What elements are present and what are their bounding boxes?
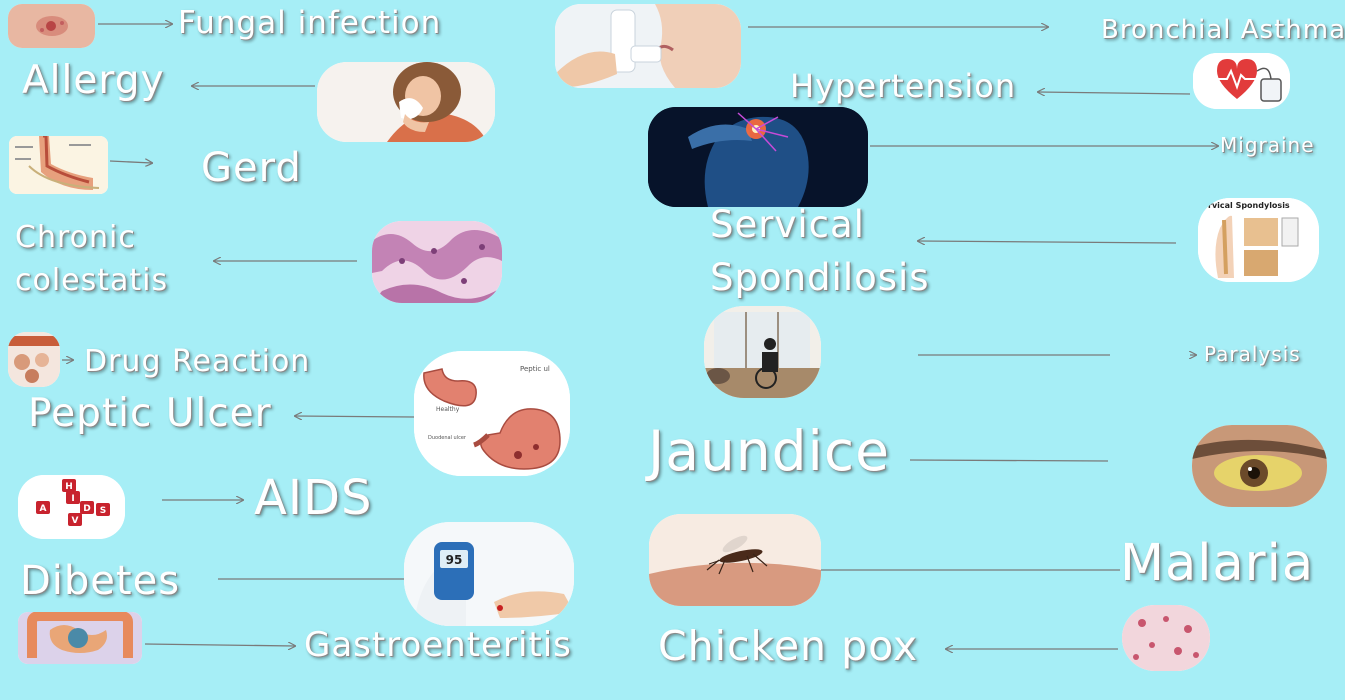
aids-block-s: S	[100, 506, 106, 516]
chronic-colestatis-tissue-image	[372, 221, 502, 303]
migraine-head-image	[648, 107, 868, 207]
label-paralysis: Paralysis	[1204, 342, 1301, 366]
label-gerd: Gerd	[201, 145, 302, 191]
gastroenteritis-intestine-image	[18, 612, 142, 664]
glucose-reading-text: 95	[446, 553, 463, 567]
label-peptic-ulcer: Peptic Ulcer	[28, 391, 272, 436]
label-migraine: Migraine	[1220, 133, 1315, 157]
arrow-gerd	[109, 161, 152, 163]
drug-reaction-pills-image	[8, 332, 60, 387]
bronchial-asthma-inhaler-image	[555, 4, 741, 88]
aids-block-a: A	[40, 504, 47, 514]
label-bronchial-asthma: Bronchial Asthma	[1101, 15, 1345, 45]
spondylosis-title-text: rvical Spondylosis	[1208, 201, 1290, 210]
ulcer-healthy-text: Healthy	[436, 406, 460, 413]
aids-block-i: I	[71, 494, 74, 504]
arrow-hypertension	[1038, 92, 1191, 94]
label-drug-reaction: Drug Reaction	[84, 344, 311, 379]
label-allergy: Allergy	[22, 58, 165, 103]
label-gastroenteritis: Gastroenteritis	[304, 625, 572, 665]
peptic-ulcer-stomach-image: Healthy Peptic ul Duodenal ulcer	[414, 351, 570, 476]
aids-block-h: H	[65, 482, 73, 492]
arrow-jaundice	[909, 459, 1109, 462]
label-malaria: Malaria	[1120, 534, 1315, 593]
label-fungal-infection: Fungal infection	[178, 5, 442, 41]
diabetes-glucose-meter-image: 95	[404, 522, 574, 626]
aids-block-v: V	[72, 516, 79, 526]
label-spondilosis: Spondilosis	[710, 256, 930, 299]
cervical-spondylosis-diagram-image: rvical Spondylosis	[1198, 198, 1319, 282]
paralysis-wheelchair-image	[704, 306, 821, 398]
label-hypertension: Hypertension	[790, 67, 1017, 105]
label-servical: Servical	[710, 203, 865, 246]
jaundice-eye-image	[1192, 425, 1327, 507]
label-aids: AIDS	[254, 470, 373, 526]
arrow-gastro	[144, 644, 295, 646]
label-colestatis: colestatis	[15, 263, 169, 298]
malaria-mosquito-image	[649, 514, 821, 606]
chicken-pox-skin-image	[1122, 605, 1210, 671]
fungal-infection-image	[8, 4, 95, 48]
gerd-diagram-image	[9, 136, 108, 194]
label-chicken-pox: Chicken pox	[658, 622, 919, 670]
aids-blocks-image: H I V A D S	[18, 475, 125, 539]
arrow-peptic	[295, 416, 415, 417]
label-dibetes: Dibetes	[20, 558, 181, 604]
label-jaundice: Jaundice	[648, 419, 890, 483]
arrow-servical	[918, 241, 1177, 243]
label-chronic: Chronic	[15, 220, 136, 255]
hypertension-heart-monitor-image	[1193, 53, 1290, 109]
ulcer-duodenal-text: Duodenal ulcer	[428, 435, 467, 441]
allergy-woman-sneezing-image	[317, 62, 495, 142]
aids-block-d: D	[83, 504, 90, 514]
ulcer-peptic-text: Peptic ul	[520, 365, 550, 373]
